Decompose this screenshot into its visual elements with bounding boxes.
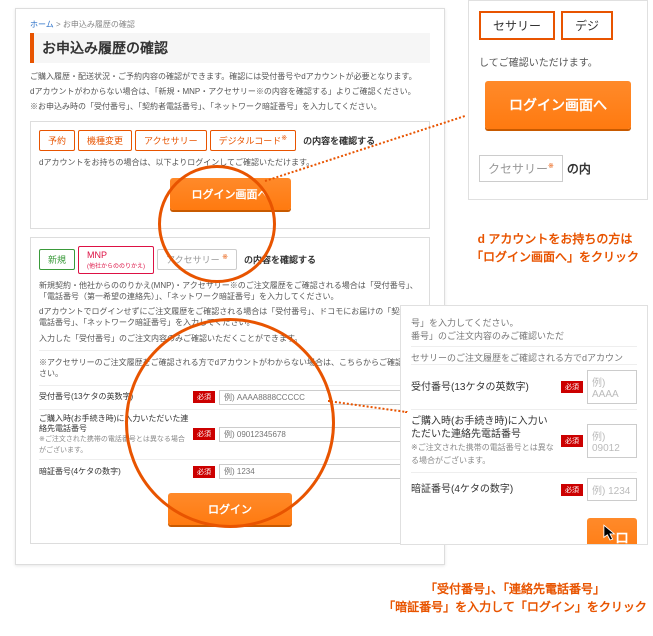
zoom1-tab-digital: デジ	[561, 11, 613, 40]
z2-field-phone: ご購入時(お手続き時)に入力いただいた連絡先電話番号※ご注文された携帯の電話番号…	[411, 409, 637, 472]
zoom-panel-top: セサリー デジ してご確認いただけます。 ログイン画面へ クセサリー※ の内	[468, 0, 648, 200]
field-pin: 暗証番号(4ケタの数字) 必須	[39, 459, 421, 483]
zoom-panel-bottom: 号」を入力してください。 番号」のご注文内容のみご確認いただ セサリーのご注文履…	[400, 305, 648, 545]
tab-reserve[interactable]: 予約	[39, 130, 75, 151]
z2-field-pin: 暗証番号(4ケタの数字) 必須 例) 1234	[411, 472, 637, 506]
login-button[interactable]: ログイン	[168, 493, 292, 525]
section-with-account: 予約 機種変更 アクセサリー デジタルコード※ の内容を確認する dアカウントを…	[30, 121, 430, 229]
required-badge: 必須	[193, 428, 215, 440]
tabs-row-1: 予約 機種変更 アクセサリー デジタルコード※ の内容を確認する	[39, 130, 421, 151]
section2-note3: 入力した「受付番号」のご注文内容のみご確認いただくことができます。	[39, 333, 421, 344]
tabs-label-1: の内容を確認する	[303, 134, 375, 147]
section2-note2: dアカウントでログインせずにご注文履歴をご確認される場合は「受付番号」、ドコモに…	[39, 306, 421, 328]
tab-mnp[interactable]: MNP(他社からののりかえ)	[78, 246, 154, 274]
tab-accessory[interactable]: アクセサリー	[135, 130, 207, 151]
breadcrumb: ホーム > お申込み履歴の確認	[30, 19, 430, 30]
tabs-label-2: の内容を確認する	[244, 253, 316, 266]
caption-bottom: 「受付番号」、「連絡先電話番号」「暗証番号」を入力して「ログイン」をクリック	[380, 580, 650, 616]
tabs-row-2: 新規 MNP(他社からののりかえ) アクセサリー ※ の内容を確認する	[39, 246, 421, 274]
tab-new[interactable]: 新規	[39, 249, 75, 270]
z2-input-phone[interactable]: 例) 09012	[587, 424, 637, 458]
required-badge: 必須	[193, 391, 215, 403]
field-receipt-number: 受付番号(13ケタの英数字) 必須	[39, 385, 421, 409]
intro-text-2: dアカウントがわからない場合は、「新規・MNP・アクセサリー※の内容を確認する」…	[30, 86, 430, 97]
z2-input-pin[interactable]: 例) 1234	[587, 478, 637, 501]
caption-top: d アカウントをお持ちの方は「ログイン画面へ」をクリック	[460, 230, 650, 266]
tab-model-change[interactable]: 機種変更	[78, 130, 132, 151]
z2-input-receipt[interactable]: 例) AAAA	[587, 370, 637, 404]
section2-note1: 新規契約・他社からののりかえ(MNP)・アクセサリー※のご注文履歴をご確認される…	[39, 280, 421, 302]
zoom1-lower-label: の内	[567, 160, 591, 177]
intro-text-1: ご購入履歴・配送状況・ご予約内容の確認ができます。確認には受付番号やdアカウント…	[30, 71, 430, 82]
required-badge: 必須	[193, 466, 215, 478]
main-screenshot-panel: ホーム > お申込み履歴の確認 お申込み履歴の確認 ご購入履歴・配送状況・ご予約…	[15, 8, 445, 565]
cursor-icon	[603, 524, 617, 542]
field-phone: ご購入時(お手続き時)に入力いただいた連絡先電話番号※ご注文された携帯の電話番号…	[39, 409, 421, 460]
login-screen-button[interactable]: ログイン画面へ	[170, 178, 291, 210]
input-receipt-number[interactable]	[219, 390, 421, 405]
section2-divider-note: ※アクセサリーのご注文履歴をご確認される方でdアカウントがわからない場合は、こち…	[39, 350, 421, 379]
breadcrumb-home-link[interactable]: ホーム	[30, 20, 54, 29]
zoom1-lower-tab: クセサリー※	[479, 155, 563, 182]
tab-accessory-2[interactable]: アクセサリー ※	[157, 249, 237, 270]
page-title: お申込み履歴の確認	[30, 33, 430, 63]
input-pin[interactable]	[219, 464, 421, 479]
z2-frag1: 号」を入力してください。	[411, 316, 637, 329]
z2-frag2: 番号」のご注文内容のみご確認いただ	[411, 329, 637, 342]
section1-note: dアカウントをお持ちの場合は、以下よりログインしてご確認いただけます。	[39, 157, 421, 168]
z2-frag3: セサリーのご注文履歴をご確認される方でdアカウン	[411, 346, 637, 364]
intro-note: ※お申込み時の「受付番号」、「契約者電話番号」、「ネットワーク暗証番号」を入力し…	[30, 101, 430, 112]
zoom1-tab-accessory: セサリー	[479, 11, 555, 40]
zoom1-login-button[interactable]: ログイン画面へ	[485, 81, 631, 129]
zoom1-note: してご確認いただけます。	[479, 54, 637, 69]
z2-field-receipt: 受付番号(13ケタの英数字) 必須 例) AAAA	[411, 364, 637, 409]
section-without-account: 新規 MNP(他社からののりかえ) アクセサリー ※ の内容を確認する 新規契約…	[30, 237, 430, 545]
input-phone[interactable]	[219, 427, 421, 442]
tab-digital-code[interactable]: デジタルコード※	[210, 130, 297, 151]
